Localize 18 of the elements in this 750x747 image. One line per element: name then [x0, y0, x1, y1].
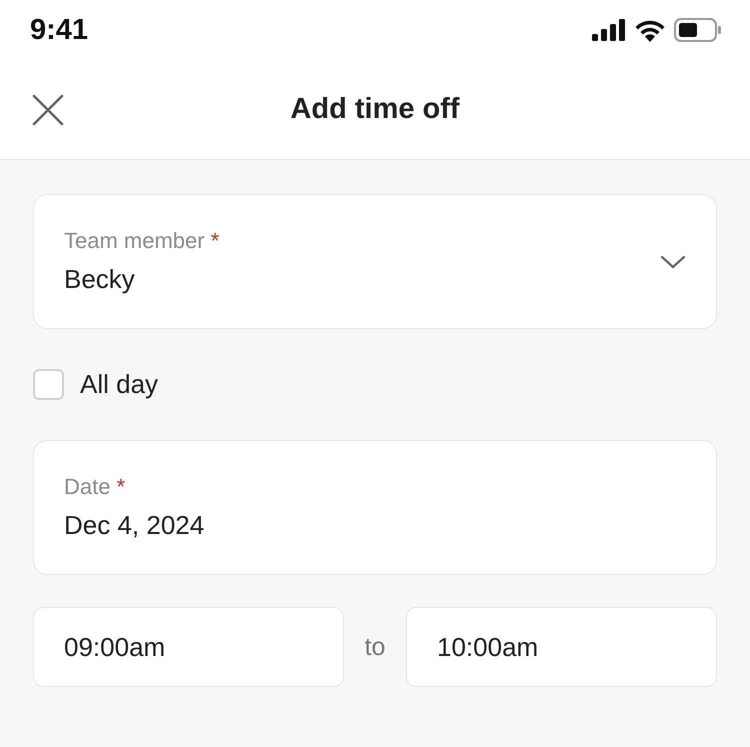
date-field[interactable]: Date * Dec 4, 2024 — [33, 440, 717, 575]
chevron-down-icon — [660, 254, 686, 268]
wifi-icon — [634, 18, 666, 42]
all-day-checkbox[interactable] — [33, 369, 64, 400]
signal-icon — [592, 19, 626, 41]
end-time-field[interactable]: 10:00am — [406, 607, 717, 687]
range-separator: to — [364, 632, 386, 662]
field-label: Team member * — [64, 228, 220, 254]
status-time: 9:41 — [30, 14, 88, 46]
start-time-field[interactable]: 09:00am — [33, 607, 344, 687]
team-member-select[interactable]: Team member * Becky — [33, 194, 717, 329]
battery-icon — [674, 18, 722, 42]
close-button[interactable] — [30, 92, 66, 128]
field-value: Dec 4, 2024 — [64, 510, 204, 541]
checkbox-label: All day — [80, 369, 158, 400]
screen-title: Add time off — [290, 93, 460, 126]
field-label: Date * — [64, 474, 126, 500]
field-value: Becky — [64, 264, 136, 295]
